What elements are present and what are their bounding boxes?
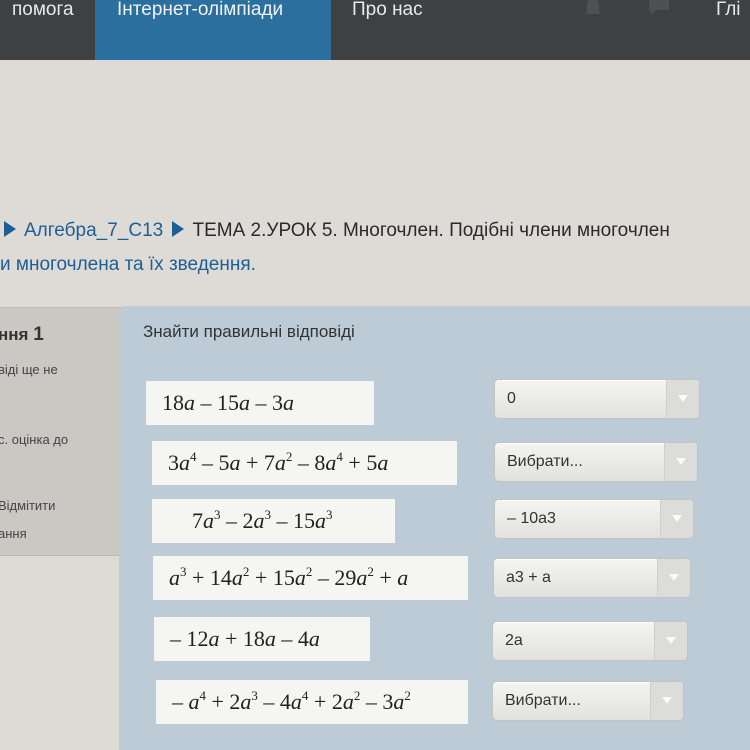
expression-4-text: a3 + 14a2 + 15a2 – 29a2 + a [169,564,409,590]
answer-select-3-value: – 10a3 [507,510,556,527]
flag-question-link-cont[interactable]: ання [0,526,27,541]
answer-select-3[interactable]: – 10a3 [494,499,694,539]
question-number-prefix: ння [0,325,29,344]
chat-icon[interactable] [646,0,672,20]
expression-1-text: 18a – 15a – 3a [162,390,294,415]
answer-status: віді ще не [0,362,58,377]
answer-select-2-value: Вибрати... [507,453,583,470]
breadcrumb-arrow-icon [4,221,16,237]
answer-select-2[interactable]: Вибрати... [494,442,698,482]
breadcrumb-course-link[interactable]: Алгебра_7_С13 [24,220,163,241]
question-info-panel: ння 1 віді ще не с. оцінка до Відмітити … [0,307,124,556]
chevron-down-icon [666,380,699,418]
expression-6: – a4 + 2a3 – 4a4 + 2a2 – 3a2 [156,680,468,724]
breadcrumb-topic: ТЕМА 2.УРОК 5. Многочлен. Подібні члени … [192,220,670,241]
expression-5: – 12a + 18a – 4a [154,617,370,661]
flag-question-link[interactable]: Відмітити [0,498,55,513]
breadcrumb-arrow-icon [172,221,185,237]
expression-4: a3 + 14a2 + 15a2 – 29a2 + a [153,556,468,600]
expression-1: 18a – 15a – 3a [146,381,374,425]
chevron-down-icon [660,500,693,538]
breadcrumb: Алгебра_7_С13 ТЕМА 2.УРОК 5. Многочлен. … [0,220,670,242]
expression-2-text: 3a4 – 5a + 7a2 – 8a4 + 5a [168,449,389,475]
nav-about[interactable]: Про нас [348,0,458,60]
answer-select-4[interactable]: a3 + a [493,558,691,598]
nav-help[interactable]: помога [0,0,95,60]
chevron-down-icon [657,559,690,597]
answer-select-5[interactable]: 2a [492,621,688,661]
answer-select-4-value: a3 + a [506,569,551,586]
nav-glossary-label: Глі [716,0,741,20]
bell-icon[interactable] [580,0,606,20]
question-number-value: 1 [33,324,44,345]
nav-help-label: помога [12,0,74,20]
max-grade: с. оцінка до [0,432,69,447]
nav-glossary[interactable]: Глі [712,0,750,60]
nav-about-label: Про нас [352,0,423,20]
answer-select-6[interactable]: Вибрати... [492,681,684,721]
nav-olympiads[interactable]: Інтернет-олімпіади [95,0,331,60]
breadcrumb-topic-continued: и многочлена та їх зведення. [0,254,256,275]
expression-3: 7a3 – 2a3 – 15a3 [152,499,395,543]
top-navbar: помога Інтернет-олімпіади Про нас Глі [0,0,750,60]
chevron-down-icon [654,622,687,660]
answer-select-1[interactable]: 0 [494,379,700,419]
answer-select-1-value: 0 [507,390,516,407]
question-prompt: Знайти правильні відповіді [143,322,355,341]
expression-5-text: – 12a + 18a – 4a [170,626,320,651]
answer-select-5-value: 2a [505,632,523,649]
nav-olympiads-label: Інтернет-олімпіади [117,0,284,20]
chevron-down-icon [650,682,683,720]
expression-2: 3a4 – 5a + 7a2 – 8a4 + 5a [152,441,457,485]
expression-3-text: 7a3 – 2a3 – 15a3 [192,507,333,533]
expression-6-text: – a4 + 2a3 – 4a4 + 2a2 – 3a2 [172,688,411,714]
question-number: ння 1 [0,324,44,346]
answer-select-6-value: Вибрати... [505,692,581,709]
chevron-down-icon [664,443,697,481]
